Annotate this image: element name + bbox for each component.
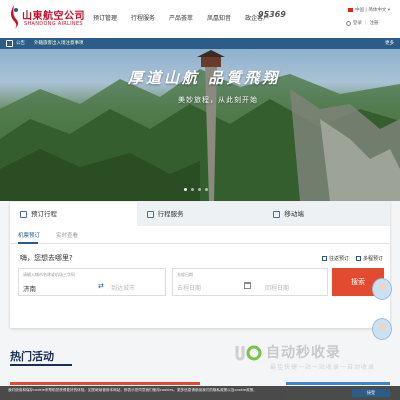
route-field: 请输入城市名称或机场三字码 济南 ⇄ 到达城市 [18,268,166,296]
tab-trip-service[interactable]: 行程服务 [137,202,264,226]
title-underline [10,364,72,366]
carousel-dot[interactable] [205,188,208,191]
calendar-icon [244,282,251,289]
account-links: 登录 | 注册 [346,20,379,26]
nav-item-booking[interactable]: 预订管理 [86,0,124,38]
notice-bar: 公告 外籍旅客出入境注意事项 更多 [0,38,400,49]
document-icon [146,210,154,218]
to-input[interactable]: 到达城市 [111,283,135,292]
multi-trip-label: 多程预订 [363,256,384,262]
tab-label: 预订行程 [31,210,57,218]
from-value: 济南 [23,285,36,293]
announcement-icon [6,40,13,47]
multi-trip-icon [356,256,361,261]
notice-label: 公告 [16,41,25,46]
hotline[interactable]: 95369 [258,10,286,30]
notice-link[interactable]: 外籍旅客出入境注意事项 [34,40,84,46]
round-trip-icon [322,256,327,261]
nav-item-phoenix-club[interactable]: 凤凰知音 [200,0,238,38]
main-nav: 预订管理 行程服务 产品荟萃 凤凰知音 政企客户 [86,0,276,38]
tab-label: 行程服务 [157,210,184,218]
watermark-text: 自动秒收录 [266,345,341,361]
tab-label: 移动端 [284,210,304,218]
booking-tabs: 预订行程 行程服务 移动端 [10,202,390,226]
site-logo[interactable]: 山東航空公司 SHANDONG AIRLINES [8,5,88,33]
hotline-number: 95369 [258,10,286,19]
return-date-input[interactable]: 回程日期 [265,283,289,292]
assistant-avatar-icon[interactable] [372,278,392,300]
notice-more-link[interactable]: 更多 [385,40,394,46]
user-icon [346,20,351,26]
swap-icon[interactable]: ⇄ [98,282,104,290]
booking-question: 嗨，您想去哪里? [20,254,73,262]
divider: | [365,20,367,26]
depart-label: 去程日期 [177,272,193,277]
nav-item-trip-service[interactable]: 行程服务 [124,0,162,38]
booking-subtabs: 机票预订 实时查看 [10,226,390,244]
from-field[interactable]: 请输入城市名称或机场三字码 济南 [19,269,95,295]
round-trip-option[interactable]: 往返预订 [322,255,349,262]
hero-title: 厚道山航 品質飛翔 [128,69,281,87]
nav-item-products[interactable]: 产品荟萃 [162,0,200,38]
watermark: 自动秒收录 最佳快捷一站一站收录一自动收录 [230,340,400,376]
subtab-ticket-booking[interactable]: 机票预订 [18,231,40,239]
assistant-avatar-icon[interactable] [372,318,392,340]
hot-activities-title: 热门活动 [10,350,54,363]
tab-book-trip[interactable]: 预订行程 [10,202,137,226]
carousel-dot[interactable] [191,188,194,191]
site-header: 山東航空公司 SHANDONG AIRLINES 预订管理 行程服务 产品荟萃 … [0,0,400,38]
hero-banner[interactable]: 厚道山航 品質飛翔 美妙旅程，从此刻开始 [0,49,400,201]
carousel-dot[interactable] [198,188,201,191]
plane-icon [20,210,27,218]
cookie-text: 我们使用和保存cookie来帮助您获得更好的体验。如您继续使用本网站，即表示您同… [8,388,257,392]
mobile-icon [273,210,281,218]
round-trip-label: 往返预订 [329,256,350,262]
date-field: 去程日期 去程日期 回程日期 [172,268,328,296]
carousel-dot[interactable] [184,188,187,191]
language-label: 中国 | 简体中文 ▾ [355,8,391,13]
tab-mobile[interactable]: 移动端 [263,202,390,226]
multi-trip-option[interactable]: 多程预订 [356,255,383,262]
login-link[interactable]: 登录 [353,20,362,26]
from-label: 请输入城市名称或机场三字码 [23,272,75,277]
logo-mark-icon [11,5,19,29]
subtab-realtime[interactable]: 实时查看 [56,231,78,239]
logo-text-en: SHANDONG AIRLINES [24,21,83,27]
logo-text-cn: 山東航空公司 [22,11,85,22]
cookie-accept-button[interactable]: 接受 [352,389,390,397]
register-link[interactable]: 注册 [370,20,379,26]
cookie-banner: 我们使用和保存cookie来帮助您获得更好的体验。如您继续使用本网站，即表示您同… [0,386,400,400]
active-subtab-indicator [18,242,38,244]
booking-panel: 预订行程 行程服务 移动端 机票预订 实时查看 嗨，您想去哪里? 往返预订 多程… [10,202,390,328]
depart-date-input[interactable]: 去程日期 [177,283,201,292]
watermark-logo-icon [235,345,262,361]
hero-subtitle: 美妙旅程，从此刻开始 [178,96,258,104]
carousel-dots [184,188,208,191]
watermark-subtext: 最佳快捷一站一站收录一自动收录 [270,364,376,371]
language-selector[interactable]: 中国 | 简体中文 ▾ [348,7,390,13]
china-flag-icon [348,8,353,12]
